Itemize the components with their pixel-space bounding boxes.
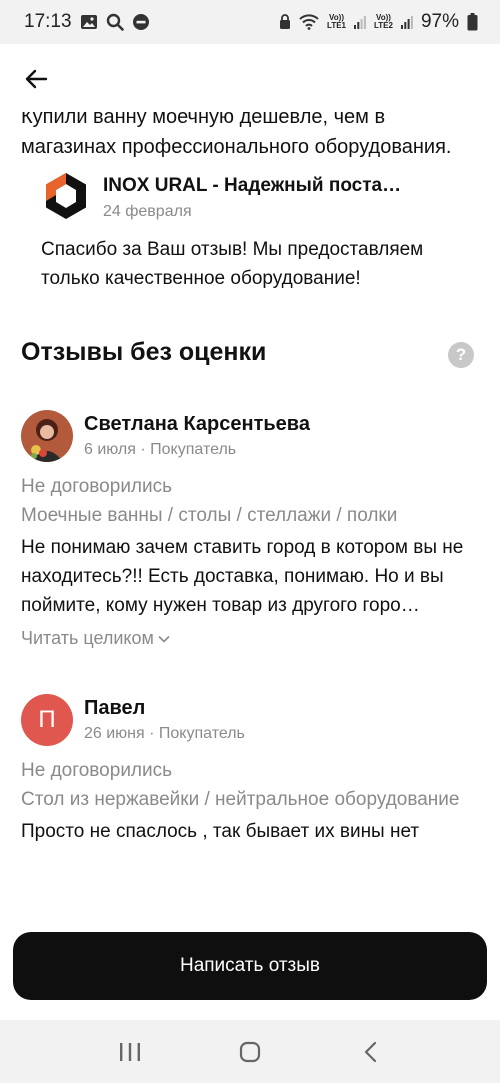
company-reply: INOX URAL - Надежный поста… 24 февраля С… <box>41 171 483 293</box>
system-nav-bar <box>0 1020 500 1083</box>
arrow-left-icon <box>25 69 48 89</box>
recent-apps-button[interactable] <box>110 1032 150 1072</box>
reply-text: Спасибо за Ваш отзыв! Мы предоставляем т… <box>41 239 424 289</box>
app-header <box>0 44 500 112</box>
avatar[interactable] <box>21 410 73 462</box>
chevron-down-icon <box>158 635 170 643</box>
do-not-disturb-icon <box>132 14 149 30</box>
signal-1-icon <box>354 16 366 29</box>
review-category: Моечные ванны / столы / стеллажи / полки <box>21 505 398 526</box>
review-status: Не договорились <box>21 476 173 497</box>
gallery-icon <box>80 15 97 29</box>
review-category: Стол из нержавейки / нейтральное оборудо… <box>21 789 460 810</box>
review-card: Светлана Карсентьева 6 июля · Покупатель… <box>21 410 481 649</box>
review-text: Не понимаю зачем ставить город в котором… <box>21 537 464 616</box>
section-title: Отзывы без оценки <box>21 338 267 366</box>
search-icon <box>106 13 124 31</box>
read-more-link[interactable]: Читать целиком <box>21 628 481 649</box>
status-time: 17:13 <box>24 11 72 32</box>
back-button[interactable] <box>16 62 56 96</box>
home-button[interactable] <box>230 1032 270 1072</box>
recent-apps-icon <box>120 1042 140 1061</box>
lte1-indicator: Vo)) LTE1 <box>327 13 346 30</box>
read-more-label: Читать целиком <box>21 628 154 648</box>
review-meta: 6 июля · Покупатель <box>84 441 237 458</box>
previous-review-line-2: магазинах профессионального оборудования… <box>21 136 452 158</box>
avatar[interactable]: П <box>21 694 73 746</box>
lte2-indicator: Vo)) LTE2 <box>374 13 393 30</box>
battery-percent: 97% <box>420 11 459 32</box>
back-icon <box>364 1041 377 1062</box>
wifi-icon <box>299 14 319 30</box>
review-status: Не договорились <box>21 760 173 781</box>
company-name[interactable]: INOX URAL - Надежный поста… <box>103 175 401 197</box>
review-text: Просто не спаслось , так бывает их вины … <box>21 821 420 842</box>
review-author[interactable]: Светлана Карсентьева <box>84 413 310 436</box>
help-icon[interactable]: ? <box>448 342 474 368</box>
back-nav-button[interactable] <box>350 1032 390 1072</box>
review-author[interactable]: Павел <box>84 697 245 720</box>
review-meta: 26 июня · Покупатель <box>84 725 245 742</box>
write-review-button[interactable]: Написать отзыв <box>13 932 487 1000</box>
company-logo-icon <box>46 173 86 219</box>
home-icon <box>239 1041 261 1062</box>
status-bar: 17:13 Vo)) LTE1 Vo)) LTE2 97% <box>0 0 500 44</box>
battery-icon <box>467 13 478 31</box>
reviews-scroll-area[interactable]: Купили ванну моечную дешевле, чем в мага… <box>0 44 500 1020</box>
bottom-action-panel: Написать отзыв <box>0 920 500 1020</box>
signal-2-icon <box>400 16 413 29</box>
lock-icon <box>280 14 291 29</box>
reply-date: 24 февраля <box>103 203 192 220</box>
review-card: П Павел 26 июня · Покупатель Не договори… <box>21 694 481 846</box>
